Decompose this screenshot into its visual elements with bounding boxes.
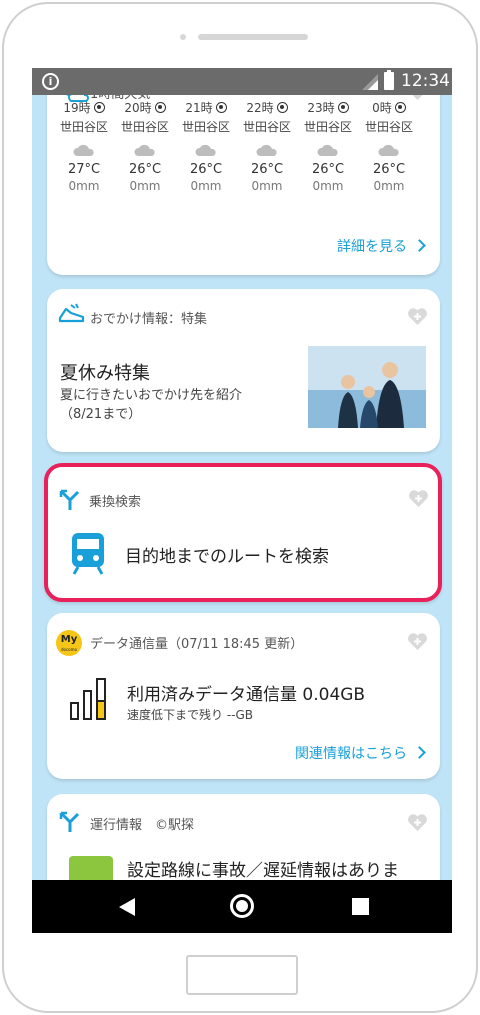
location-pin-icon [215,102,227,113]
outing-period: （8/21まで） [60,407,142,422]
transfer-search-card[interactable]: 乗換検索 目的地までのルートを検索 [44,463,442,602]
related-info-link[interactable]: 関連情報はこちら [295,743,426,763]
location-pin-icon [276,102,288,113]
clock: 12:34 [401,71,450,91]
signal-icon [362,74,378,90]
train-icon [70,531,106,575]
chevron-right-icon [413,746,426,759]
outing-card[interactable]: おでかけ情報：特集 夏休み特集 夏に行きたいおでかけ先を紹介 （8/21まで） [47,289,440,452]
outing-card-title: おでかけ情報：特集 [90,312,208,327]
location-pin-icon [337,102,349,113]
cloud-icon [195,143,217,157]
hour-forecast: 21時 世田谷区 26°C 0mm [181,101,230,193]
cloud-icon [378,143,400,157]
data-bars-icon [69,675,109,721]
route-branch-icon [59,811,81,833]
favorite-heart-icon[interactable] [407,813,428,832]
location-pin-icon [93,102,105,113]
outing-headline: 夏休み特集 [60,363,150,384]
screen: 1時間天気 19時 世田谷区 27°C 0mm 20時 世田谷区 26°C 0m… [32,68,452,933]
service-card-title: 運行情報 ©駅探 [90,818,195,833]
cloud-icon [317,143,339,157]
shoe-icon [57,303,85,325]
favorite-heart-icon[interactable] [407,632,428,651]
outing-description: 夏に行きたいおでかけ先を紹介 [60,388,243,403]
favorite-heart-icon[interactable] [408,489,429,508]
home-icon[interactable] [230,894,254,918]
status-bar: i 12:34 [32,68,452,95]
my-docomo-badge: My docomo [56,630,82,656]
navigation-bar [32,880,452,933]
data-usage-card[interactable]: My docomo データ通信量（07/11 18:45 更新） 利用済みデータ… [47,613,440,779]
hardware-home-button[interactable] [186,955,298,995]
location-pin-icon [154,102,166,113]
recents-icon[interactable] [352,898,369,915]
phone-frame: 1時間天気 19時 世田谷区 27°C 0mm 20時 世田谷区 26°C 0m… [2,2,478,1013]
hour-forecast: 20時 世田谷区 26°C 0mm [120,101,169,193]
route-branch-icon [59,489,81,511]
earpiece [180,34,308,40]
hour-forecast: 19時 世田谷区 27°C 0mm [59,101,108,193]
cloud-icon [73,143,95,157]
hour-forecast: 0時 世田谷区 26°C 0mm [364,101,413,193]
info-icon: i [42,73,59,90]
weather-details-link[interactable]: 詳細を見る [337,236,426,256]
location-pin-icon [394,102,406,113]
battery-icon [384,70,394,90]
favorite-heart-icon[interactable] [407,307,428,326]
service-status-text: 設定路線に事故／遅延情報はありま [127,861,399,881]
data-usage-amount: 利用済みデータ通信量 0.04GB [127,685,366,705]
data-remaining: 速度低下まで残り --GB [127,708,254,722]
weather-card: 1時間天気 19時 世田谷区 27°C 0mm 20時 世田谷区 26°C 0m… [47,68,440,275]
back-icon[interactable] [118,897,136,917]
chevron-right-icon [413,239,426,252]
cloud-icon [256,143,278,157]
hour-forecast: 22時 世田谷区 26°C 0mm [242,101,291,193]
data-card-title: データ通信量（07/11 18:45 更新） [90,637,304,652]
cloud-icon [134,143,156,157]
summer-feature-photo [308,346,426,428]
hour-forecast: 23時 世田谷区 26°C 0mm [303,101,352,193]
transfer-card-title: 乗換検索 [89,495,142,510]
route-search-action[interactable]: 目的地までのルートを検索 [125,542,329,567]
